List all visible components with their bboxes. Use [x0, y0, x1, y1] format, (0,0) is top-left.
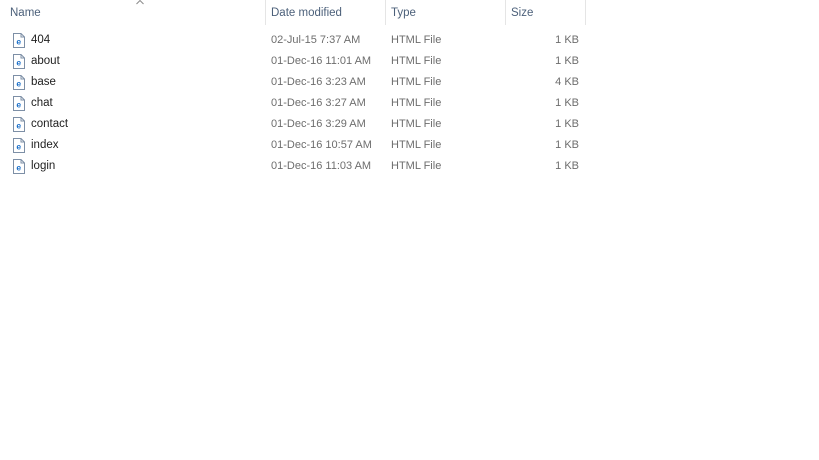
file-date-modified: 01-Dec-16 3:27 AM: [271, 97, 366, 109]
file-size: 1 KB: [555, 160, 579, 172]
file-name: about: [31, 55, 60, 67]
svg-text:e: e: [16, 79, 21, 89]
svg-text:e: e: [16, 100, 21, 110]
html-file-icon: e: [13, 54, 25, 69]
file-date-modified: 01-Dec-16 11:03 AM: [271, 160, 372, 172]
file-type: HTML File: [391, 97, 442, 109]
column-header-type-label: Type: [391, 7, 416, 19]
file-row-login[interactable]: e login 01-Dec-16 11:03 AM HTML File 1 K…: [0, 156, 588, 177]
file-size: 1 KB: [555, 139, 579, 151]
file-name: login: [31, 160, 56, 172]
file-name: chat: [31, 97, 53, 109]
file-date-modified: 01-Dec-16 11:01 AM: [271, 55, 372, 67]
html-file-icon: e: [13, 33, 25, 48]
file-type: HTML File: [391, 118, 442, 130]
column-header-name[interactable]: Name: [5, 0, 266, 25]
html-file-icon: e: [13, 117, 25, 132]
file-size: 1 KB: [555, 34, 579, 46]
file-row-base[interactable]: e base 01-Dec-16 3:23 AM HTML File 4 KB: [0, 72, 588, 93]
file-type: HTML File: [391, 76, 442, 88]
file-date-modified: 02-Jul-15 7:37 AM: [271, 34, 361, 46]
column-header-type[interactable]: Type: [386, 0, 506, 25]
file-type: HTML File: [391, 160, 442, 172]
file-type: HTML File: [391, 55, 442, 67]
html-file-icon: e: [13, 159, 25, 174]
html-file-icon: e: [13, 75, 25, 90]
file-size: 4 KB: [555, 76, 579, 88]
svg-text:e: e: [16, 142, 21, 152]
file-name: index: [31, 139, 59, 151]
file-size: 1 KB: [555, 97, 579, 109]
file-name: base: [31, 76, 56, 88]
column-header-name-label: Name: [10, 7, 41, 19]
column-header-bar: Name Date modified Type Size: [0, 0, 819, 25]
file-type: HTML File: [391, 139, 442, 151]
html-file-icon: e: [13, 138, 25, 153]
chevron-up-icon: [136, 0, 144, 5]
file-type: HTML File: [391, 34, 442, 46]
file-date-modified: 01-Dec-16 3:29 AM: [271, 118, 366, 130]
column-header-date-modified-label: Date modified: [271, 7, 342, 19]
column-header-size-label: Size: [511, 7, 534, 19]
file-row-index[interactable]: e index 01-Dec-16 10:57 AM HTML File 1 K…: [0, 135, 588, 156]
file-row-chat[interactable]: e chat 01-Dec-16 3:27 AM HTML File 1 KB: [0, 93, 588, 114]
file-row-404[interactable]: e 404 02-Jul-15 7:37 AM HTML File 1 KB: [0, 30, 588, 51]
html-file-icon: e: [13, 96, 25, 111]
file-row-contact[interactable]: e contact 01-Dec-16 3:29 AM HTML File 1 …: [0, 114, 588, 135]
svg-text:e: e: [16, 37, 21, 47]
file-list-view: Name Date modified Type Size e 404 02-Ju…: [0, 0, 819, 460]
column-header-date-modified[interactable]: Date modified: [266, 0, 386, 25]
file-date-modified: 01-Dec-16 10:57 AM: [271, 139, 372, 151]
file-name: 404: [31, 34, 51, 46]
svg-text:e: e: [16, 163, 21, 173]
svg-text:e: e: [16, 58, 21, 68]
column-header-size[interactable]: Size: [506, 0, 586, 25]
file-row-about[interactable]: e about 01-Dec-16 11:01 AM HTML File 1 K…: [0, 51, 588, 72]
file-size: 1 KB: [555, 55, 579, 67]
file-size: 1 KB: [555, 118, 579, 130]
file-date-modified: 01-Dec-16 3:23 AM: [271, 76, 366, 88]
svg-text:e: e: [16, 121, 21, 131]
file-name: contact: [31, 118, 69, 130]
